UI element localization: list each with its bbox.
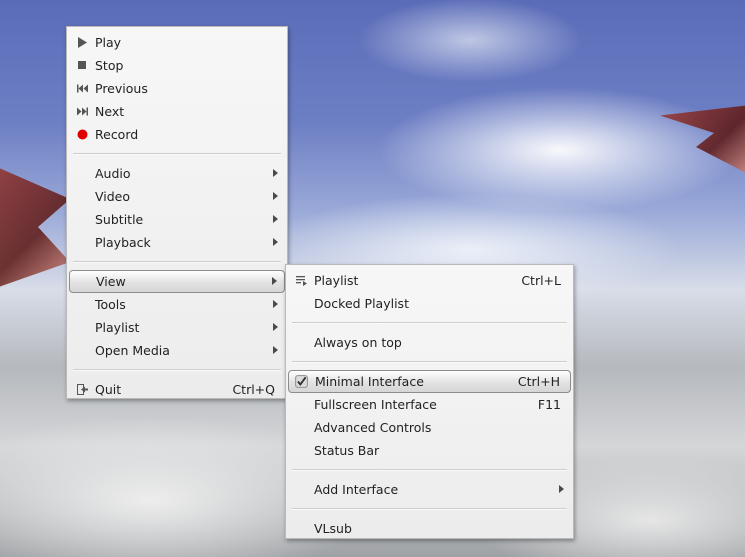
menu-separator	[292, 469, 567, 471]
menu-item-next[interactable]: Next	[67, 100, 287, 123]
submenu-arrow-icon	[273, 215, 278, 223]
playlist-icon	[296, 276, 307, 286]
submenu-item-always-on-top[interactable]: Always on top	[286, 331, 573, 354]
next-icon	[77, 107, 88, 116]
record-icon	[77, 129, 88, 140]
menu-item-label: Advanced Controls	[314, 420, 432, 435]
submenu-item-docked-playlist[interactable]: Docked Playlist	[286, 292, 573, 315]
menu-item-stop[interactable]: Stop	[67, 54, 287, 77]
menu-item-label: Play	[95, 35, 122, 50]
submenu-arrow-icon	[273, 238, 278, 246]
menu-item-label: Record	[95, 127, 139, 142]
submenu-arrow-icon	[559, 485, 564, 493]
submenu-item-playlist[interactable]: Playlist Ctrl+L	[286, 269, 573, 292]
menu-item-label: Tools	[95, 297, 126, 312]
menu-item-open-media[interactable]: Open Media	[67, 339, 287, 362]
menu-separator	[292, 322, 567, 324]
menu-item-video[interactable]: Video	[67, 185, 287, 208]
menu-item-view[interactable]: View	[69, 270, 285, 293]
submenu-item-fullscreen-interface[interactable]: Fullscreen Interface F11	[286, 393, 573, 416]
submenu-arrow-icon	[273, 169, 278, 177]
submenu-arrow-icon	[273, 323, 278, 331]
menu-item-shortcut: Ctrl+H	[517, 374, 560, 389]
menu-item-playlist[interactable]: Playlist	[67, 316, 287, 339]
menu-item-play[interactable]: Play	[67, 31, 287, 54]
background-artwork-left	[0, 164, 70, 290]
menu-item-record[interactable]: Record	[67, 123, 287, 146]
background-artwork-right	[660, 105, 745, 175]
menu-item-label: Minimal Interface	[315, 374, 424, 389]
menu-item-label: Subtitle	[95, 212, 144, 227]
menu-item-label: Audio	[95, 166, 131, 181]
menu-item-subtitle[interactable]: Subtitle	[67, 208, 287, 231]
menu-item-quit[interactable]: Quit Ctrl+Q	[67, 378, 287, 401]
submenu-item-minimal-interface[interactable]: Minimal Interface Ctrl+H	[288, 370, 571, 393]
submenu-item-add-interface[interactable]: Add Interface	[286, 478, 573, 501]
menu-item-label: Quit	[95, 382, 122, 397]
menu-item-label: View	[96, 274, 126, 289]
menu-item-label: Open Media	[95, 343, 170, 358]
submenu-item-advanced-controls[interactable]: Advanced Controls	[286, 416, 573, 439]
previous-icon	[77, 84, 88, 93]
menu-item-label: Docked Playlist	[314, 296, 409, 311]
stop-icon	[78, 61, 86, 69]
menu-separator	[73, 261, 281, 263]
submenu-arrow-icon	[273, 346, 278, 354]
menu-separator	[73, 153, 281, 155]
submenu-arrow-icon	[273, 300, 278, 308]
video-background: Play Stop Previous Next Record Audio Vid…	[0, 0, 745, 557]
menu-item-label: Always on top	[314, 335, 402, 350]
menu-item-label: Playlist	[95, 320, 140, 335]
menu-separator	[292, 508, 567, 510]
submenu-item-vlsub[interactable]: VLsub	[286, 517, 573, 540]
context-menu: Play Stop Previous Next Record Audio Vid…	[66, 26, 288, 399]
menu-item-audio[interactable]: Audio	[67, 162, 287, 185]
menu-item-shortcut: Ctrl+Q	[232, 382, 275, 397]
menu-item-label: Video	[95, 189, 131, 204]
submenu-arrow-icon	[272, 277, 277, 285]
menu-item-label: Previous	[95, 81, 148, 96]
menu-item-label: Add Interface	[314, 482, 399, 497]
quit-icon	[77, 384, 88, 395]
menu-item-shortcut: Ctrl+L	[521, 273, 561, 288]
menu-item-label: Playback	[95, 235, 151, 250]
menu-separator	[292, 361, 567, 363]
menu-item-label: Stop	[95, 58, 124, 73]
menu-item-playback[interactable]: Playback	[67, 231, 287, 254]
submenu-arrow-icon	[273, 192, 278, 200]
menu-item-shortcut: F11	[537, 397, 561, 412]
menu-item-label: Status Bar	[314, 443, 380, 458]
menu-separator	[73, 369, 281, 371]
play-icon	[78, 37, 87, 48]
menu-item-previous[interactable]: Previous	[67, 77, 287, 100]
checkmark-icon	[295, 375, 308, 388]
menu-item-label: Next	[95, 104, 125, 119]
menu-item-label: Playlist	[314, 273, 359, 288]
menu-item-label: VLsub	[314, 521, 352, 536]
menu-item-tools[interactable]: Tools	[67, 293, 287, 316]
menu-item-label: Fullscreen Interface	[314, 397, 437, 412]
view-submenu: Playlist Ctrl+L Docked Playlist Always o…	[285, 264, 574, 539]
submenu-item-status-bar[interactable]: Status Bar	[286, 439, 573, 462]
